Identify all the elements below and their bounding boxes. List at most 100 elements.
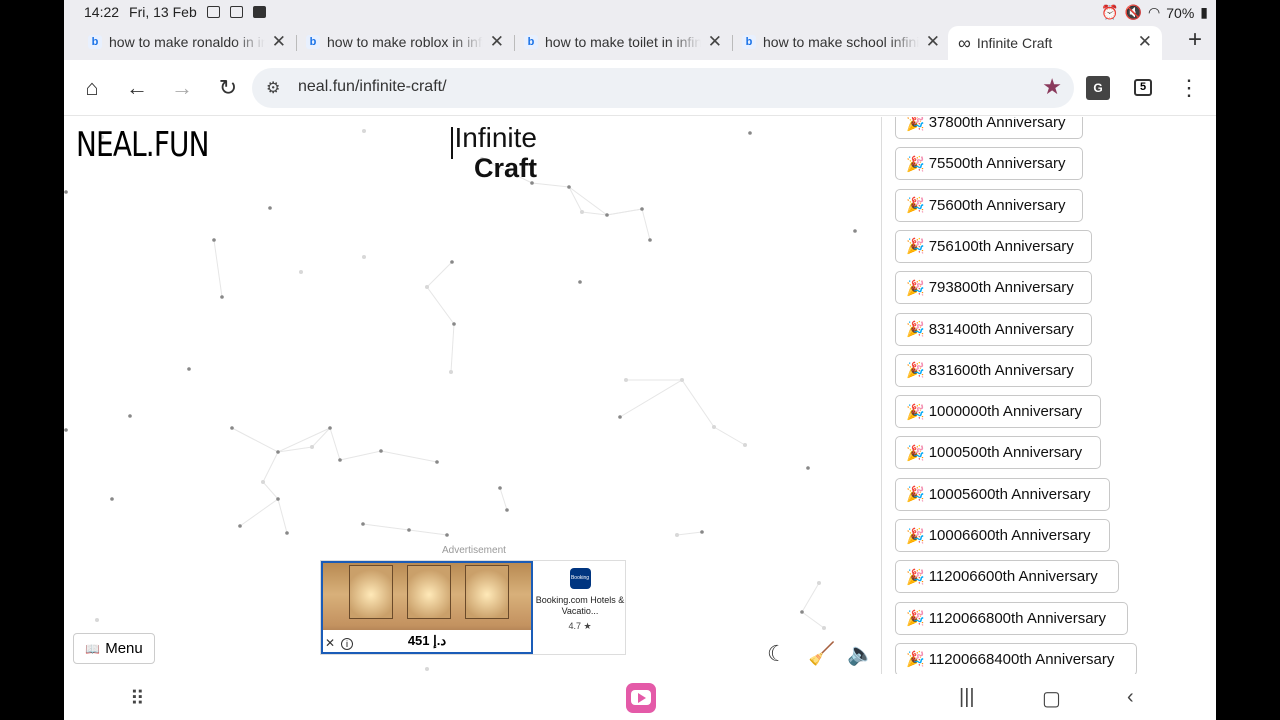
site-settings-icon[interactable]: ⚙ xyxy=(266,78,280,98)
bing-icon: b xyxy=(524,35,538,49)
clear-broom-icon[interactable]: 🧹 xyxy=(808,641,835,667)
bookmark-star-icon[interactable]: ★ xyxy=(1042,74,1062,100)
tab-title: how to make roblox in infinite craft xyxy=(327,34,483,50)
address-bar[interactable]: ⚙ neal.fun/infinite-craft/ ★ xyxy=(252,68,1074,108)
ad-label: Advertisement xyxy=(442,545,506,556)
close-tab-icon[interactable]: ✕ xyxy=(926,32,940,52)
party-popper-icon: 🎉 xyxy=(906,527,925,545)
element-item[interactable]: 🎉 1000500th Anniversary xyxy=(895,436,1101,470)
ad-image-panel xyxy=(465,565,509,619)
party-popper-icon: 🎉 xyxy=(906,610,925,628)
element-item[interactable]: 🎉 10006600th Anniversary xyxy=(895,519,1110,552)
battery-percent: 70% xyxy=(1166,4,1195,21)
bing-icon: b xyxy=(306,35,320,49)
translate-icon[interactable]: G xyxy=(1086,76,1110,100)
back-nav-icon[interactable]: ‹ xyxy=(1127,686,1134,709)
party-popper-icon: 🎉 xyxy=(906,321,925,338)
new-tab-button[interactable]: + xyxy=(1188,26,1202,54)
bing-icon: b xyxy=(88,35,102,49)
download-icon xyxy=(252,6,266,18)
party-popper-icon: 🎉 xyxy=(906,238,925,256)
element-item[interactable]: 🎉 756100th Anniversary xyxy=(895,229,1092,263)
element-item-label: 11200668400th Anniversary xyxy=(928,650,1115,668)
ad-image[interactable]: 451 د.إ ✕ i xyxy=(321,561,533,654)
tab-strip: b how to make ronaldo in infinite craft … xyxy=(64,24,1216,60)
title-line-1: Infinite xyxy=(454,122,538,153)
title-line-2: Craft xyxy=(473,153,537,183)
element-item[interactable]: 🎉 1120066800th Anniversary xyxy=(895,601,1128,635)
home-icon[interactable]: ⌂ xyxy=(80,76,104,100)
element-item-label: 37800th Anniversary xyxy=(928,117,1066,131)
element-item[interactable]: 🎉 11200668400th Anniversary xyxy=(895,642,1137,674)
apps-grid-icon[interactable]: ⠿ xyxy=(130,686,145,711)
infinity-icon: ∞ xyxy=(958,32,971,53)
screenshot-icon xyxy=(206,6,220,18)
element-item-label: 793800th Anniversary xyxy=(928,279,1074,297)
element-item-label: 75600th Anniversary xyxy=(928,196,1066,214)
tab-title: how to make ronaldo in infinite craft xyxy=(109,34,265,50)
recents-icon[interactable]: ||| xyxy=(959,686,975,709)
back-icon[interactable]: ← xyxy=(125,76,149,100)
craft-canvas[interactable]: NEAL.FUN Infinite Craft Advertisement 45… xyxy=(64,117,881,674)
neal-fun-logo[interactable]: NEAL.FUN xyxy=(76,125,210,165)
forward-icon[interactable]: → xyxy=(170,76,194,100)
text-cursor xyxy=(450,127,453,159)
status-date: Fri, 13 Feb xyxy=(129,4,197,20)
element-item[interactable]: 🎉 112006600th Anniversary xyxy=(895,560,1119,594)
element-item-label: 75500th Anniversary xyxy=(928,155,1066,173)
element-item-label: 112006600th Anniversary xyxy=(928,568,1098,586)
element-item[interactable]: 🎉 793800th Anniversary xyxy=(895,271,1092,305)
tab-count-button[interactable]: 5 xyxy=(1134,79,1152,96)
party-popper-icon: 🎉 xyxy=(906,486,925,504)
element-item-label: 1000000th Anniversary xyxy=(928,403,1083,421)
party-popper-icon: 🎉 xyxy=(906,651,925,669)
element-item-label: 831600th Anniversary xyxy=(928,361,1074,379)
mute-icon: 🔇 xyxy=(1124,4,1143,20)
tab-infinite-craft[interactable]: ∞ Infinite Craft ✕ xyxy=(948,26,1162,60)
element-item[interactable]: 🎉 75600th Anniversary xyxy=(895,188,1083,222)
element-item[interactable]: 🎉 1000000th Anniversary xyxy=(895,395,1101,429)
ad-details[interactable]: Booking Booking.com Hotels & Vacatio... … xyxy=(535,561,625,654)
tab-roblox[interactable]: b how to make roblox in infinite craft ✕ xyxy=(282,26,514,58)
element-item[interactable]: 🎉 75500th Anniversary xyxy=(895,147,1083,181)
android-nav-bar: ⠿ ||| ▢ ‹ xyxy=(64,674,1216,720)
element-item-label: 1120066800th Anniversary xyxy=(928,609,1107,627)
more-menu-icon[interactable]: ⋮ xyxy=(1177,76,1201,100)
tab-title: Infinite Craft xyxy=(976,35,1053,51)
party-popper-icon: 🎉 xyxy=(906,568,925,586)
reload-icon[interactable]: ↻ xyxy=(216,76,240,100)
elements-sidebar[interactable]: 🎉 37800th Anniversary 🎉 75500th Anniversary… xyxy=(881,117,1216,674)
menu-button[interactable]: 📖 Menu xyxy=(73,633,155,664)
url-text[interactable]: neal.fun/infinite-craft/ xyxy=(298,78,447,96)
ad-info-icon[interactable]: i xyxy=(341,638,353,650)
party-popper-icon: 🎉 xyxy=(906,155,925,173)
party-popper-icon: 🎉 xyxy=(906,403,925,421)
wifi-icon: ◠ xyxy=(1148,4,1161,20)
sound-icon[interactable]: 🔈 xyxy=(847,641,874,667)
browser-toolbar: ⌂ ← → ↻ ⚙ neal.fun/infinite-craft/ ★ G 5… xyxy=(64,60,1216,116)
tablet-screen: 14:22 Fri, 13 Feb ⏰ 🔇 ◠ 70% ▮ b how to m… xyxy=(64,0,1216,720)
tab-toilet[interactable]: b how to make toilet in infinite craft ✕ xyxy=(500,26,732,58)
element-item-label: 831400th Anniversary xyxy=(928,320,1074,338)
element-item[interactable]: 🎉 831600th Anniversary xyxy=(895,353,1092,387)
tab-ronaldo[interactable]: b how to make ronaldo in infinite craft … xyxy=(64,26,296,58)
element-item-label: 10006600th Anniversary xyxy=(928,527,1091,544)
close-tab-icon[interactable]: ✕ xyxy=(1138,32,1152,52)
ad-image-panel xyxy=(407,565,451,619)
tab-school[interactable]: b how to make school infinite craft ✕ xyxy=(718,26,950,58)
status-time: 14:22 xyxy=(84,4,120,20)
ad-price: 451 د.إ xyxy=(323,630,531,652)
element-item[interactable]: 🎉 37800th Anniversary xyxy=(895,117,1083,139)
infinite-craft-title: Infinite Craft xyxy=(450,122,538,183)
dark-mode-icon[interactable]: ☾ xyxy=(767,641,787,667)
ad-close-icon[interactable]: ✕ xyxy=(325,636,335,650)
advertisement[interactable]: 451 د.إ ✕ i Booking Booking.com Hotels &… xyxy=(320,560,626,655)
book-icon: 📖 xyxy=(85,641,101,656)
youtube-icon[interactable] xyxy=(626,683,656,713)
tab-title: how to make toilet in infinite craft xyxy=(545,34,701,50)
screen-record-icon xyxy=(229,6,243,18)
home-nav-icon[interactable]: ▢ xyxy=(1042,686,1061,711)
page-content: NEAL.FUN Infinite Craft Advertisement 45… xyxy=(64,117,1216,674)
element-item[interactable]: 🎉 831400th Anniversary xyxy=(895,312,1092,346)
element-item[interactable]: 🎉 10005600th Anniversary xyxy=(895,477,1110,511)
